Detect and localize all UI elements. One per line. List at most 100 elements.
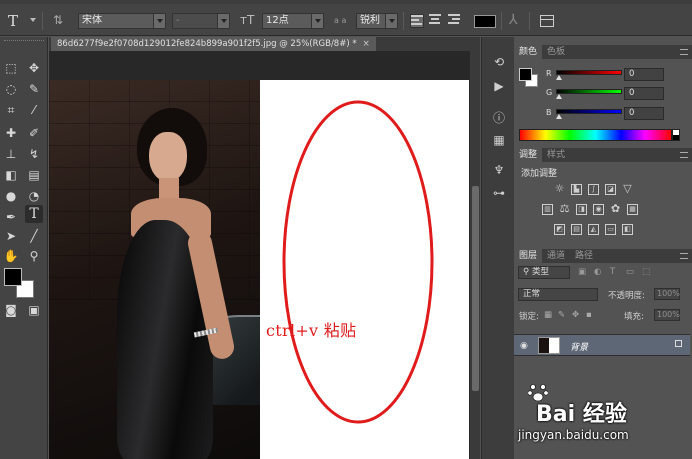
vertical-scrollbar[interactable] — [469, 51, 480, 459]
hand-tool-icon[interactable]: ✋ — [2, 247, 20, 265]
brightness-contrast-icon[interactable]: ☼ — [554, 183, 565, 195]
warp-text-icon[interactable]: ⅄ — [509, 12, 518, 28]
healing-brush-tool-icon[interactable]: ✚ — [2, 124, 20, 142]
selective-color-icon[interactable]: ◧ — [622, 224, 633, 235]
tab-layers[interactable]: 图层 — [514, 249, 543, 263]
zoom-tool-icon[interactable]: ⚲ — [25, 247, 43, 265]
vibrance-icon[interactable]: ▽ — [622, 183, 633, 195]
tab-swatches[interactable]: 色板 — [542, 45, 570, 59]
gradient-map-icon[interactable]: ▭ — [605, 224, 616, 235]
brush-tool-icon[interactable]: ✐ — [25, 124, 43, 142]
gradient-tool-icon[interactable]: ▤ — [25, 166, 43, 184]
foreground-color-swatch[interactable] — [4, 268, 22, 286]
photo-filter-icon[interactable]: ◉ — [593, 204, 604, 215]
lasso-tool-icon[interactable]: ◌ — [2, 80, 20, 98]
scrollbar-thumb[interactable] — [472, 186, 479, 391]
hue-saturation-icon[interactable]: ▥ — [542, 204, 553, 215]
visibility-eye-icon[interactable]: ◉ — [520, 341, 528, 351]
channel-mixer-icon[interactable]: ✿ — [610, 203, 621, 215]
align-center-icon[interactable] — [429, 14, 443, 28]
close-icon[interactable]: × — [363, 39, 370, 49]
type-tool-icon[interactable]: T — [25, 205, 43, 223]
text-orientation-icon[interactable]: ⇅ — [53, 13, 63, 27]
font-size-select[interactable]: 12点 — [262, 13, 324, 29]
tool-presets-icon[interactable]: ⊶ — [490, 184, 508, 202]
brush-presets-icon[interactable]: ♆ — [490, 161, 508, 179]
line-tool-icon[interactable]: ╱ — [25, 227, 43, 245]
channel-g-value[interactable]: 0 — [624, 87, 664, 100]
lock-position-icon[interactable]: ✥ — [572, 310, 579, 320]
font-family-select[interactable]: 宋体 — [78, 13, 166, 29]
text-tool-preset-icon[interactable]: T — [8, 12, 18, 30]
tool-preset-dropdown-icon[interactable] — [30, 18, 36, 22]
lock-transparent-icon[interactable]: ▦ — [544, 310, 552, 320]
color-balance-icon[interactable]: ⚖ — [559, 203, 570, 215]
panel-menu-icon[interactable] — [680, 49, 688, 55]
channel-g-slider-thumb[interactable] — [556, 94, 562, 99]
properties-icon[interactable]: ▦ — [490, 131, 508, 149]
align-left-icon[interactable] — [410, 14, 424, 28]
blur-tool-icon[interactable]: ● — [2, 187, 20, 205]
tab-paths[interactable]: 路径 — [570, 249, 598, 263]
color-lookup-icon[interactable]: ▦ — [627, 204, 638, 215]
opacity-value[interactable]: 100% — [654, 288, 680, 300]
filter-smart-object-icon[interactable]: ⬚ — [642, 267, 650, 277]
path-selection-tool-icon[interactable]: ➤ — [2, 227, 20, 245]
move-tool-icon[interactable]: ✥ — [25, 59, 43, 77]
text-color-swatch[interactable] — [474, 15, 496, 28]
channel-b-slider-thumb[interactable] — [556, 114, 562, 119]
toolbar-grip[interactable] — [4, 40, 44, 43]
invert-icon[interactable]: ◩ — [554, 224, 565, 235]
exposure-icon[interactable]: ◪ — [605, 184, 616, 195]
quick-mask-icon[interactable]: ◙ — [2, 301, 20, 319]
filter-shape-icon[interactable]: ▭ — [626, 267, 634, 277]
dodge-tool-icon[interactable]: ◔ — [25, 187, 43, 205]
lock-all-icon[interactable]: ▪ — [586, 310, 592, 320]
layer-row-background[interactable]: ◉ 背景 — [514, 334, 690, 356]
panel-menu-icon[interactable] — [680, 152, 688, 158]
color-spectrum-ramp[interactable] — [519, 129, 672, 141]
info-icon[interactable]: ⓘ — [490, 109, 508, 127]
tab-styles[interactable]: 样式 — [542, 148, 570, 162]
black-white-ramp[interactable] — [672, 129, 680, 141]
channel-g-slider[interactable] — [556, 89, 622, 94]
pasted-photo[interactable] — [49, 80, 260, 459]
layer-filter-kind-select[interactable]: ⚲ 类型 — [518, 266, 570, 279]
levels-icon[interactable]: ▙ — [571, 184, 582, 195]
antialias-select[interactable]: 锐利 — [356, 13, 398, 29]
panel-menu-icon[interactable] — [680, 253, 688, 259]
fill-value[interactable]: 100% — [654, 309, 680, 321]
history-brush-tool-icon[interactable]: ↯ — [25, 145, 43, 163]
play-actions-icon[interactable]: ▶ — [490, 77, 508, 95]
font-style-select[interactable]: - — [172, 13, 230, 29]
history-icon[interactable]: ⟲ — [490, 53, 508, 71]
channel-r-slider[interactable] — [556, 70, 622, 75]
marquee-tool-icon[interactable]: ⬚ — [2, 59, 20, 77]
blend-mode-select[interactable]: 正常 — [518, 288, 598, 301]
color-panel-foreground-swatch[interactable] — [519, 68, 532, 81]
pen-tool-icon[interactable]: ✒ — [2, 208, 20, 226]
channel-b-value[interactable]: 0 — [624, 107, 664, 120]
crop-tool-icon[interactable]: ⌗ — [2, 101, 20, 119]
tab-color[interactable]: 颜色 — [514, 45, 543, 59]
document-tab[interactable]: 86d6277f9e2f0708d129012fe824b899a901f2f5… — [51, 37, 376, 51]
quick-selection-tool-icon[interactable]: ✎ — [25, 80, 43, 98]
align-right-icon[interactable] — [448, 14, 462, 28]
channel-b-slider[interactable] — [556, 109, 622, 114]
threshold-icon[interactable]: ◭ — [588, 224, 599, 235]
eyedropper-tool-icon[interactable]: ⁄ — [25, 101, 43, 119]
black-white-icon[interactable]: ◨ — [576, 204, 587, 215]
filter-adjustment-icon[interactable]: ◐ — [594, 267, 601, 277]
curves-icon[interactable]: ∫ — [588, 184, 599, 195]
tab-channels[interactable]: 通道 — [542, 249, 570, 263]
filter-pixel-icon[interactable]: ▣ — [578, 267, 586, 277]
clone-stamp-tool-icon[interactable]: ⊥ — [2, 145, 20, 163]
tab-adjustments[interactable]: 调整 — [514, 148, 543, 162]
character-panel-icon[interactable] — [540, 15, 554, 27]
channel-r-slider-thumb[interactable] — [556, 75, 562, 80]
posterize-icon[interactable]: ▤ — [571, 224, 582, 235]
channel-r-value[interactable]: 0 — [624, 68, 664, 81]
filter-type-icon[interactable]: T — [610, 267, 615, 277]
eraser-tool-icon[interactable]: ◧ — [2, 166, 20, 184]
lock-image-icon[interactable]: ✎ — [558, 310, 565, 320]
